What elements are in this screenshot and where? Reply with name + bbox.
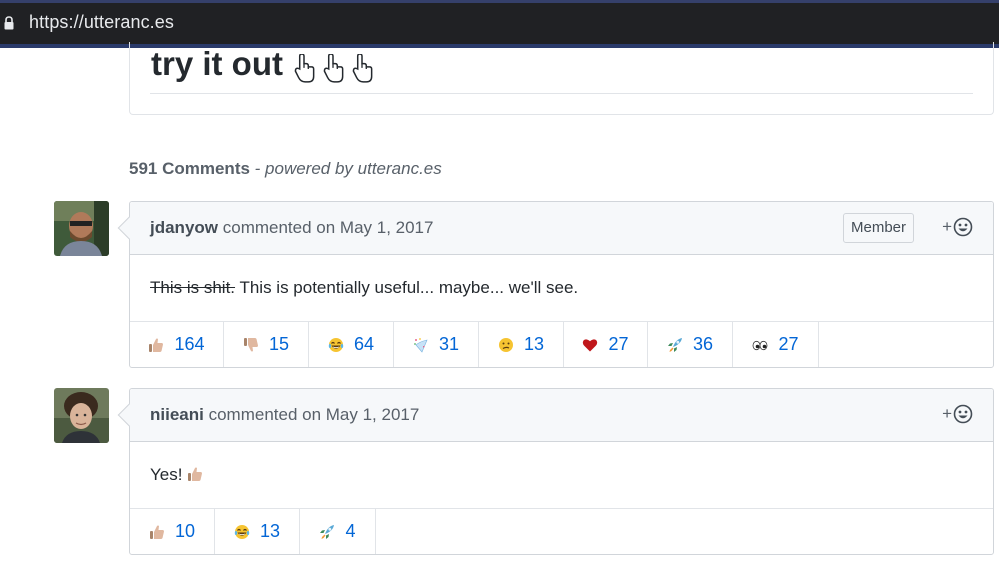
add-reaction-button[interactable]: + bbox=[942, 404, 973, 424]
comments-count-heading: 591 Comments - powered by utteranc.es bbox=[129, 159, 442, 179]
member-badge: Member bbox=[842, 213, 914, 243]
comments-count: 591 Comments bbox=[129, 159, 250, 178]
reaction-thumbs-up[interactable]: 164 bbox=[130, 322, 224, 367]
reaction-confused[interactable]: 13 bbox=[479, 322, 564, 367]
thumbs-down-icon bbox=[243, 337, 259, 353]
divider bbox=[150, 93, 973, 94]
comment-card: niieani commented on May 1, 2017 + Yes! … bbox=[117, 388, 994, 555]
struck-text: This is shit. bbox=[150, 278, 236, 297]
comment-author[interactable]: niieani bbox=[150, 405, 204, 424]
avatar-jdanyow[interactable] bbox=[54, 201, 109, 256]
reaction-heart[interactable]: 27 bbox=[564, 322, 648, 367]
thumbs-up-icon bbox=[149, 524, 165, 540]
url-text[interactable]: https://utteranc.es bbox=[29, 12, 174, 33]
comment-body-text: Yes! bbox=[150, 465, 188, 484]
reaction-count: 10 bbox=[174, 521, 196, 541]
add-reaction-plus: + bbox=[942, 217, 952, 236]
reactions-bar: 164 15 64 31 13 27 36 27 bbox=[130, 322, 993, 367]
hero-title-text: try it out bbox=[151, 45, 283, 82]
confused-icon bbox=[498, 337, 514, 353]
pointing-down-icon bbox=[291, 54, 317, 84]
reactions-bar: 10 13 4 bbox=[130, 509, 993, 554]
comment-meta: jdanyow commented on May 1, 2017 bbox=[150, 218, 433, 238]
comment-body: Yes! bbox=[130, 442, 993, 509]
hooray-icon bbox=[413, 337, 429, 353]
smiley-icon bbox=[953, 404, 973, 424]
avatar-image bbox=[54, 201, 109, 256]
reaction-rocket[interactable]: 36 bbox=[648, 322, 733, 367]
comment-author[interactable]: jdanyow bbox=[150, 218, 218, 237]
comment-text: This is shit. This is potentially useful… bbox=[150, 278, 578, 298]
reaction-count: 4 bbox=[345, 521, 356, 541]
reaction-count: 15 bbox=[268, 334, 290, 354]
reaction-rocket[interactable]: 4 bbox=[300, 509, 376, 554]
pointing-down-icon bbox=[320, 54, 346, 84]
reaction-eyes[interactable]: 27 bbox=[733, 322, 819, 367]
reaction-count: 31 bbox=[438, 334, 460, 354]
browser-address-bar[interactable]: https://utteranc.es bbox=[0, 0, 999, 48]
thumbs-up-icon bbox=[148, 337, 164, 353]
comment-timestamp[interactable]: commented on May 1, 2017 bbox=[204, 405, 420, 424]
reaction-laugh[interactable]: 64 bbox=[309, 322, 394, 367]
reaction-count: 27 bbox=[778, 334, 799, 354]
hero-card: try it out bbox=[129, 42, 994, 115]
laugh-icon bbox=[328, 337, 344, 353]
heart-icon bbox=[582, 337, 598, 353]
add-reaction-button[interactable]: + bbox=[942, 217, 973, 237]
smiley-icon bbox=[953, 217, 973, 237]
hands-group bbox=[291, 47, 378, 85]
reaction-laugh[interactable]: 13 bbox=[215, 509, 300, 554]
rocket-icon bbox=[667, 337, 683, 353]
eyes-icon bbox=[752, 337, 768, 353]
comment-text: Yes! bbox=[150, 465, 203, 485]
laugh-icon bbox=[234, 524, 250, 540]
comment-header: jdanyow commented on May 1, 2017 Member … bbox=[130, 202, 993, 255]
reaction-count: 36 bbox=[692, 334, 714, 354]
comment-card: jdanyow commented on May 1, 2017 Member … bbox=[117, 201, 994, 368]
reaction-hooray[interactable]: 31 bbox=[394, 322, 479, 367]
pointing-down-icon bbox=[349, 54, 375, 84]
rocket-icon bbox=[319, 524, 335, 540]
comment-meta: niieani commented on May 1, 2017 bbox=[150, 405, 419, 425]
comment-timestamp[interactable]: commented on May 1, 2017 bbox=[218, 218, 434, 237]
avatar-image bbox=[54, 388, 109, 443]
reaction-thumbs-up[interactable]: 10 bbox=[130, 509, 215, 554]
reaction-count: 164 bbox=[174, 334, 205, 354]
reaction-count: 64 bbox=[353, 334, 375, 354]
reaction-count: 27 bbox=[608, 334, 629, 354]
avatar-niieani[interactable] bbox=[54, 388, 109, 443]
hero-title: try it out bbox=[151, 45, 378, 85]
reaction-count: 13 bbox=[259, 521, 281, 541]
thumbs-up-icon bbox=[187, 466, 203, 482]
reaction-count: 13 bbox=[523, 334, 545, 354]
add-reaction-plus: + bbox=[942, 404, 952, 423]
comment-body: This is shit. This is potentially useful… bbox=[130, 255, 993, 322]
comment-body-text: This is potentially useful... maybe... w… bbox=[235, 278, 579, 297]
reaction-thumbs-down[interactable]: 15 bbox=[224, 322, 309, 367]
comment-header: niieani commented on May 1, 2017 + bbox=[130, 389, 993, 442]
powered-by-text: - powered by utteranc.es bbox=[249, 159, 442, 178]
lock-icon bbox=[4, 16, 14, 30]
